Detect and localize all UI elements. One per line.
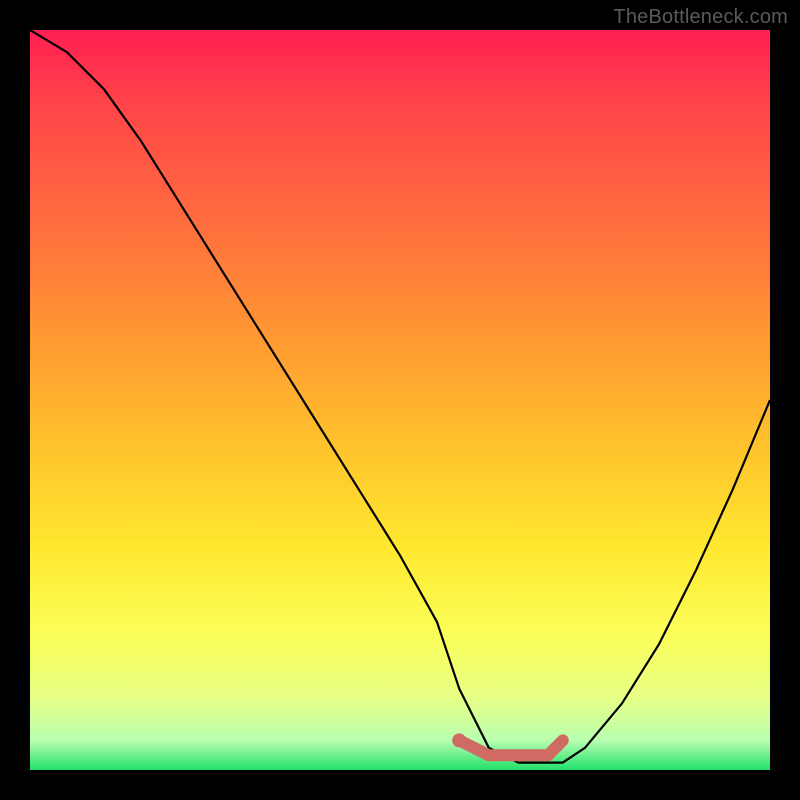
ideal-range-marker-dot xyxy=(452,733,466,747)
plot-area xyxy=(30,30,770,770)
watermark-text: TheBottleneck.com xyxy=(613,6,788,29)
bottleneck-curve-path xyxy=(30,30,770,763)
chart-svg xyxy=(30,30,770,770)
chart-frame: TheBottleneck.com xyxy=(0,0,800,800)
ideal-range-marker-path xyxy=(459,740,563,755)
